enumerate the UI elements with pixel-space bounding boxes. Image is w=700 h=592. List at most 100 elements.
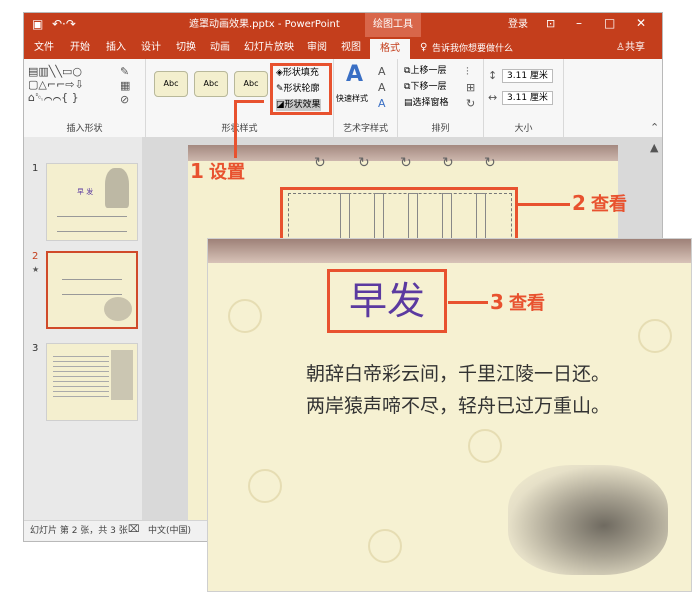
language-status[interactable]: 中文(中国) — [148, 525, 191, 537]
callout-3-line — [448, 301, 488, 304]
ribbon-tabs: 文件 开始 插入 设计 切换 动画 幻灯片放映 审阅 视图 格式 ♀ 告诉我你想… — [24, 37, 662, 59]
merge-shapes-icon[interactable]: ⊘ — [120, 93, 129, 106]
title-bar: ▣ ↶·↷ 遮罩动画效果.pptx - PowerPoint 绘图工具 登录 ⊡… — [24, 13, 662, 37]
shape-fill-button[interactable]: ◈形状填充 — [276, 67, 319, 79]
enlarged-slide-preview: 早发 3 查看 朝辞白帝彩云间，千里江陵一日还。 两岸猿声啼不尽，轻舟已过万重山… — [207, 238, 692, 592]
shape-outline-button[interactable]: ✎形状轮廓 — [276, 83, 320, 95]
insert-shapes-label: 插入形状 — [66, 124, 103, 134]
style-preset-2[interactable]: Abc — [194, 71, 228, 97]
rotate-handle-icon[interactable]: ↻ — [442, 156, 454, 170]
callout-3-label: 查看 — [509, 293, 546, 314]
shape-width-input[interactable]: 3.11 厘米 — [502, 91, 553, 105]
tell-me-box[interactable]: 告诉我你想要做什么 — [432, 43, 513, 55]
edit-shape-icon[interactable]: ✎ — [120, 65, 129, 78]
thumb-title: 早 发 — [77, 188, 94, 196]
maximize-icon[interactable]: □ — [604, 17, 615, 29]
rotate-handle-icon[interactable]: ↻ — [358, 156, 370, 170]
shapes-gallery[interactable]: ▤▥╲╲▭○ ▢△⌐⌐⇨⇩ ⌂␑⌒⌒{ } — [28, 65, 84, 104]
group-objects-icon[interactable]: ⊞ — [466, 81, 475, 94]
text-box-icon[interactable]: ▦ — [120, 79, 130, 92]
callout-1-label: 设置 — [209, 162, 246, 183]
tab-design[interactable]: 设计 — [141, 42, 161, 54]
poet-landscape-image — [508, 465, 668, 575]
share-icon: ♙ — [616, 42, 625, 53]
group-shape-styles: Abc Abc Abc ◈形状填充 ✎形状轮廓 ◪形状效果 形状样式 — [146, 59, 334, 137]
scroll-up-icon[interactable]: ▲ — [650, 141, 658, 154]
callout-2-line — [518, 203, 570, 206]
spellcheck-icon[interactable]: ⌧ — [128, 524, 140, 536]
tab-animations[interactable]: 动画 — [210, 42, 230, 54]
send-backward-button[interactable]: ⧉下移一层 — [404, 81, 446, 93]
quick-styles-icon[interactable]: A — [346, 63, 363, 87]
effects-icon: ◪ — [276, 100, 285, 110]
tab-view[interactable]: 视图 — [341, 42, 361, 54]
swirl-pattern — [468, 429, 502, 463]
callout-1-number: 1 — [190, 159, 204, 183]
swirl-pattern — [248, 469, 282, 503]
slide-thumbnail-3[interactable] — [46, 343, 138, 421]
login-link[interactable]: 登录 — [508, 19, 528, 31]
tab-review[interactable]: 审阅 — [307, 42, 327, 54]
callout-2: 2 查看 — [572, 190, 627, 216]
text-outline-icon[interactable]: A — [378, 81, 386, 94]
thumb-text-block — [53, 352, 109, 400]
close-icon[interactable]: ✕ — [636, 17, 646, 29]
animation-star-icon: ★ — [32, 265, 40, 274]
slide-count-status: 幻灯片 第 2 张，共 3 张 — [30, 526, 128, 536]
callout-3-number: 3 — [490, 290, 504, 314]
shape-effects-button[interactable]: ◪形状效果 — [276, 99, 321, 111]
save-icon[interactable]: ▣ — [32, 18, 43, 30]
tell-me-icon[interactable]: ♀ — [420, 42, 427, 54]
callout-3: 3 查看 — [490, 289, 545, 315]
callout-1-line — [234, 100, 264, 103]
context-tab-drawing-tools: 绘图工具 — [365, 13, 421, 37]
ribbon-display-icon[interactable]: ⊡ — [546, 18, 555, 30]
rotate-handle-icon[interactable]: ↻ — [484, 156, 496, 170]
slide-top-border — [208, 239, 691, 263]
tab-home[interactable]: 开始 — [70, 42, 90, 54]
group-arrange: ⧉上移一层 ⧉下移一层 ▤选择窗格 ⫶ ⊞ ↻ 排列 — [398, 59, 484, 137]
callout-2-label: 查看 — [591, 194, 628, 215]
shape-height-input[interactable]: 3.11 厘米 — [502, 69, 553, 83]
slide-thumbnail-1[interactable]: 早 发 — [46, 163, 138, 241]
wordart-styles-label: 艺术字样式 — [342, 124, 388, 134]
group-wordart: A 快速样式 A A A 艺术字样式 — [334, 59, 398, 137]
callout-1-line — [234, 100, 237, 158]
thumb-text-lines — [62, 279, 122, 295]
group-insert-shapes: ▤▥╲╲▭○ ▢△⌐⌐⇨⇩ ⌂␑⌒⌒{ } ✎ ▦ ⊘ 插入形状 — [24, 59, 146, 137]
thumb-number: 1 — [32, 163, 39, 174]
figure-image — [111, 350, 133, 400]
text-fill-icon[interactable]: A — [378, 65, 386, 78]
document-title: 遮罩动画效果.pptx - PowerPoint — [189, 19, 340, 30]
bring-forward-button[interactable]: ⧉上移一层 — [404, 65, 446, 77]
tab-insert[interactable]: 插入 — [106, 42, 126, 54]
selection-pane-button[interactable]: ▤选择窗格 — [404, 97, 449, 109]
tab-transitions[interactable]: 切换 — [176, 42, 196, 54]
thumb-text-lines — [57, 216, 127, 232]
text-effects-icon[interactable]: A — [378, 97, 386, 110]
align-icon[interactable]: ⫶ — [466, 65, 469, 79]
thumb-number: 2 — [32, 251, 39, 262]
tab-format[interactable]: 格式 — [370, 39, 410, 59]
slide-thumbnails-pane: 1 早 发 2 ★ 3 — [24, 137, 142, 523]
quick-styles-button[interactable]: 快速样式 — [336, 93, 368, 105]
minimize-icon[interactable]: – — [576, 17, 582, 29]
pencil-icon: ✎ — [276, 84, 284, 94]
callout-2-number: 2 — [572, 191, 586, 215]
rotate-handle-icon[interactable]: ↻ — [400, 156, 412, 170]
landscape-image — [104, 297, 132, 321]
height-icon: ↕ — [488, 69, 498, 82]
rotate-icon[interactable]: ↻ — [466, 97, 475, 110]
style-preset-3[interactable]: Abc — [234, 71, 268, 97]
slide-thumbnail-2[interactable] — [46, 251, 138, 329]
ribbon-format: ▤▥╲╲▭○ ▢△⌐⌐⇨⇩ ⌂␑⌒⌒{ } ✎ ▦ ⊘ 插入形状 Abc Abc A… — [24, 59, 662, 138]
rotate-handle-icon[interactable]: ↻ — [314, 156, 326, 170]
style-preset-1[interactable]: Abc — [154, 71, 188, 97]
undo-redo-icon[interactable]: ↶·↷ — [52, 18, 76, 30]
collapse-ribbon-icon[interactable]: ⌃ — [650, 121, 659, 134]
swirl-pattern — [228, 299, 262, 333]
tab-file[interactable]: 文件 — [34, 42, 54, 54]
tab-slideshow[interactable]: 幻灯片放映 — [244, 42, 294, 54]
poet-figure-image — [105, 168, 129, 208]
share-button[interactable]: ♙共享 — [616, 42, 645, 54]
